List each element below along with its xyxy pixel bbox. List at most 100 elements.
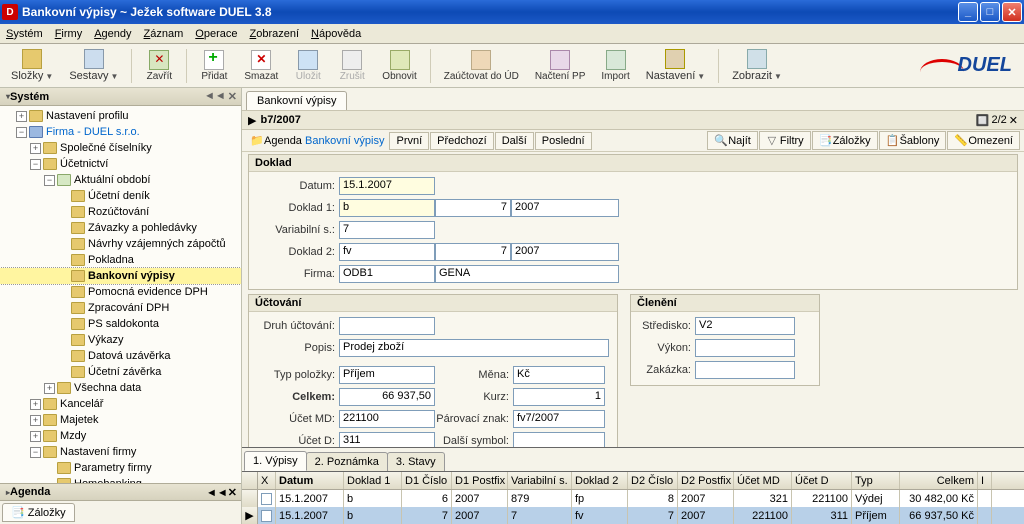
firma-a-input[interactable]: ODB1 <box>339 265 435 283</box>
grid-row[interactable]: 15.1.2007 b 6 2007 879 fp 8 2007 321 221… <box>242 490 1024 507</box>
druh-input[interactable] <box>339 317 435 335</box>
mena-input[interactable]: Kč <box>513 366 605 384</box>
close-panel-icon[interactable]: ✕ <box>228 90 237 103</box>
grid-row-selected[interactable]: ▶ 15.1.2007 b 7 2007 7 fv 7 2007 221100 … <box>242 507 1024 524</box>
minimize-button[interactable]: _ <box>958 2 978 22</box>
zakazka-input[interactable] <box>695 361 795 379</box>
nav-prev-button[interactable]: Předchozí <box>430 132 494 150</box>
tree-item[interactable]: Homebanking <box>0 476 241 483</box>
doklad2-a-input[interactable]: fv <box>339 243 435 261</box>
tb-zobrazit[interactable]: Zobrazit▼ <box>725 46 789 86</box>
datum-input[interactable]: 15.1.2007 <box>339 177 435 195</box>
col-d2p[interactable]: D2 Postfix <box>678 472 734 489</box>
tb-zrusit[interactable]: Zrušit <box>331 46 373 86</box>
popis-input[interactable]: Prodej zboží <box>339 339 609 357</box>
pin-icon[interactable]: ◄◄ <box>204 90 226 103</box>
col-md[interactable]: Účet MD <box>734 472 792 489</box>
menu-system[interactable]: Systém <box>6 28 43 40</box>
filters-button[interactable]: ▽Filtry <box>759 131 811 150</box>
tree-item[interactable]: Závazky a pohledávky <box>0 220 241 236</box>
vs-input[interactable]: 7 <box>339 221 435 239</box>
row-checkbox[interactable] <box>261 493 272 505</box>
menu-napoveda[interactable]: Nápověda <box>311 28 361 40</box>
menu-agendy[interactable]: Agendy <box>94 28 131 40</box>
bookmarks-button[interactable]: 📑Záložky <box>812 131 878 150</box>
restrict-button[interactable]: 📏Omezení <box>947 131 1020 150</box>
btab-poznamka[interactable]: 2. Poznámka <box>306 452 388 471</box>
ucetd-input[interactable]: 311 <box>339 432 435 448</box>
tree-item[interactable]: +Nastavení profilu <box>0 108 241 124</box>
tree-item[interactable]: −Nastavení firmy <box>0 444 241 460</box>
ucetmd-input[interactable]: 221100 <box>339 410 435 428</box>
col-datum[interactable]: Datum <box>276 472 344 489</box>
col-d2c[interactable]: D2 Číslo <box>628 472 678 489</box>
tree-item-selected[interactable]: Bankovní výpisy <box>0 268 241 284</box>
close-button[interactable]: ✕ <box>1002 2 1022 22</box>
agenda-link[interactable]: Bankovní výpisy <box>305 135 384 147</box>
tree-item[interactable]: +Společné číselníky <box>0 140 241 156</box>
tb-smazat[interactable]: Smazat <box>237 46 285 86</box>
menu-operace[interactable]: Operace <box>195 28 237 40</box>
tb-zavrit[interactable]: Zavřít <box>138 46 180 86</box>
col-vs[interactable]: Variabilní s. <box>508 472 572 489</box>
tb-nastaveni[interactable]: Nastavení▼ <box>639 46 712 86</box>
tb-nactenipp[interactable]: Načtení PP <box>528 46 593 86</box>
col-typ[interactable]: Typ <box>852 472 900 489</box>
stredisko-input[interactable]: V2 <box>695 317 795 335</box>
tb-obnovit[interactable]: Obnovit <box>375 46 423 86</box>
tree-item[interactable]: +Mzdy <box>0 428 241 444</box>
tree-item[interactable]: Účetní závěrka <box>0 364 241 380</box>
tree-item[interactable]: Pokladna <box>0 252 241 268</box>
col-i[interactable]: I <box>978 472 992 489</box>
tree-item[interactable]: Výkazy <box>0 332 241 348</box>
row-checkbox[interactable] <box>261 510 272 522</box>
templates-button[interactable]: 📋Šablony <box>879 131 947 150</box>
tree-item[interactable]: +Všechna data <box>0 380 241 396</box>
tree-item[interactable]: −Účetnictví <box>0 156 241 172</box>
tb-slozky[interactable]: Složky▼ <box>4 46 60 86</box>
maximize-button[interactable]: □ <box>980 2 1000 22</box>
tb-ulozit[interactable]: Uložit <box>287 46 329 86</box>
celkem-input[interactable]: 66 937,50 <box>339 388 435 406</box>
tree-item[interactable]: Zpracování DPH <box>0 300 241 316</box>
data-grid[interactable]: X Datum Doklad 1 D1 Číslo D1 Postfix Var… <box>242 471 1024 524</box>
tree-item[interactable]: Rozúčtování <box>0 204 241 220</box>
tree-item[interactable]: PS saldokonta <box>0 316 241 332</box>
typ-input[interactable]: Příjem <box>339 366 435 384</box>
col-d1[interactable]: Doklad 1 <box>344 472 402 489</box>
doklad1-b-input[interactable]: 7 <box>435 199 511 217</box>
document-tab[interactable]: Bankovní výpisy <box>246 91 347 110</box>
tab-zalozky[interactable]: 📑 Záložky <box>2 503 75 522</box>
doklad1-a-input[interactable]: b <box>339 199 435 217</box>
tree-item[interactable]: Parametry firmy <box>0 460 241 476</box>
doklad2-b-input[interactable]: 7 <box>435 243 511 261</box>
tree-item[interactable]: +Kancelář <box>0 396 241 412</box>
btab-vypisy[interactable]: 1. Výpisy <box>244 451 307 471</box>
tree-item[interactable]: −Aktuální období <box>0 172 241 188</box>
tree-item[interactable]: +Majetek <box>0 412 241 428</box>
tree-item[interactable]: −Firma - DUEL s.r.o. <box>0 124 241 140</box>
col-celkem[interactable]: Celkem <box>900 472 978 489</box>
kurz-input[interactable]: 1 <box>513 388 605 406</box>
col-d1p[interactable]: D1 Postfix <box>452 472 508 489</box>
nav-first-button[interactable]: První <box>389 132 429 150</box>
parznak-input[interactable]: fv7/2007 <box>513 410 605 428</box>
tree-item[interactable]: Pomocná evidence DPH <box>0 284 241 300</box>
tb-pridat[interactable]: Přidat <box>193 46 235 86</box>
dalsisym-input[interactable] <box>513 432 605 448</box>
col-d[interactable]: Účet D <box>792 472 852 489</box>
tb-sestavy[interactable]: Sestavy▼ <box>62 46 125 86</box>
doklad1-c-input[interactable]: 2007 <box>511 199 619 217</box>
vykon-input[interactable] <box>695 339 795 357</box>
tb-zauctovat[interactable]: Zaúčtovat do ÚD <box>437 46 526 86</box>
firma-b-input[interactable]: GENA <box>435 265 619 283</box>
menu-firmy[interactable]: Firmy <box>55 28 83 40</box>
doklad2-c-input[interactable]: 2007 <box>511 243 619 261</box>
menu-zobrazeni[interactable]: Zobrazení <box>250 28 300 40</box>
nav-last-button[interactable]: Poslední <box>535 132 592 150</box>
tb-import[interactable]: Import <box>594 46 636 86</box>
col-x[interactable]: X <box>258 472 276 489</box>
tree-item[interactable]: Návrhy vzájemných zápočtů <box>0 236 241 252</box>
tree[interactable]: +Nastavení profilu −Firma - DUEL s.r.o. … <box>0 106 241 483</box>
close-doc-icon[interactable]: ✕ <box>1009 114 1018 127</box>
